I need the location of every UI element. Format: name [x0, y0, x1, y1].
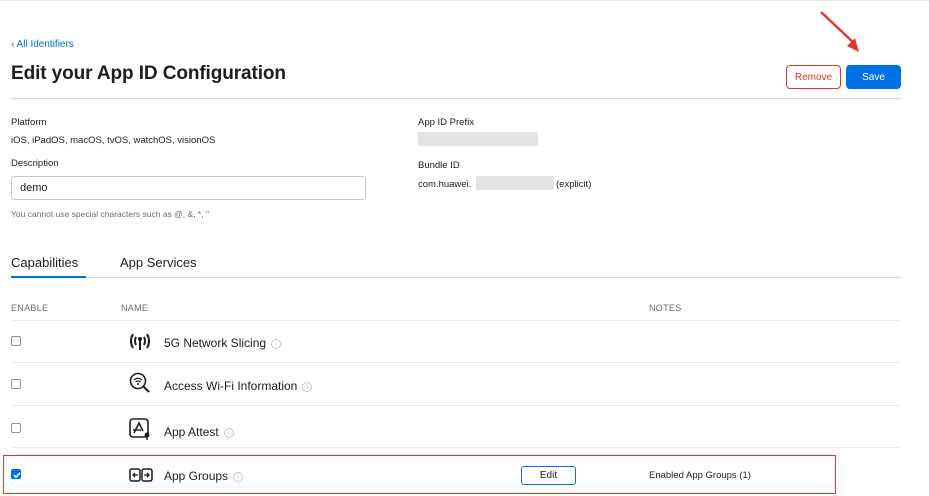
bundle-id-redacted — [476, 176, 554, 190]
bundle-id-label: Bundle ID — [418, 160, 460, 171]
info-icon[interactable]: i — [302, 382, 313, 392]
enable-checkbox[interactable] — [11, 336, 21, 346]
top-border — [0, 0, 929, 1]
description-label: Description — [11, 158, 59, 169]
table-row: Access Wi-Fi Information i — [0, 363, 929, 404]
platform-value: iOS, iPadOS, macOS, tvOS, watchOS, visio… — [11, 135, 216, 146]
title-divider — [11, 98, 901, 99]
tab-capabilities[interactable]: Capabilities — [11, 255, 78, 270]
capability-name: Access Wi-Fi Information i — [164, 379, 313, 393]
enable-checkbox[interactable] — [11, 379, 21, 389]
table-row: 5G Network Slicing i — [0, 321, 929, 362]
description-input[interactable] — [11, 176, 366, 200]
tab-active-indicator — [11, 276, 86, 278]
table-row: App Attest i — [0, 406, 929, 447]
column-header-name: NAME — [121, 303, 149, 313]
description-hint: You cannot use special characters such a… — [11, 209, 209, 219]
annotation-highlight-box — [3, 455, 836, 494]
row-divider — [11, 447, 901, 448]
capability-name: 5G Network Slicing i — [164, 336, 282, 350]
bundle-id-prefix: com.huawei. — [418, 179, 472, 190]
enable-checkbox[interactable] — [11, 423, 21, 433]
capability-name: App Attest i — [164, 425, 234, 439]
tab-app-services[interactable]: App Services — [120, 255, 197, 270]
page-title: Edit your App ID Configuration — [11, 63, 286, 84]
app-id-prefix-label: App ID Prefix — [418, 117, 474, 128]
wifi-search-icon — [129, 372, 150, 393]
bundle-id-suffix: (explicit) — [556, 179, 592, 190]
column-header-enable: ENABLE — [11, 303, 49, 313]
app-attest-icon — [129, 418, 150, 440]
info-icon[interactable]: i — [271, 339, 282, 349]
tabs-divider — [11, 277, 901, 278]
platform-label: Platform — [11, 117, 47, 128]
column-header-notes: NOTES — [649, 303, 682, 313]
remove-button[interactable]: Remove — [786, 65, 841, 89]
info-icon[interactable]: i — [223, 428, 234, 438]
antenna-icon — [130, 333, 150, 350]
annotation-arrow-icon — [820, 11, 859, 52]
app-id-prefix-redacted — [418, 132, 538, 146]
save-button[interactable]: Save — [846, 65, 901, 89]
back-link-all-identifiers[interactable]: ‹ All Identifiers — [11, 39, 74, 50]
